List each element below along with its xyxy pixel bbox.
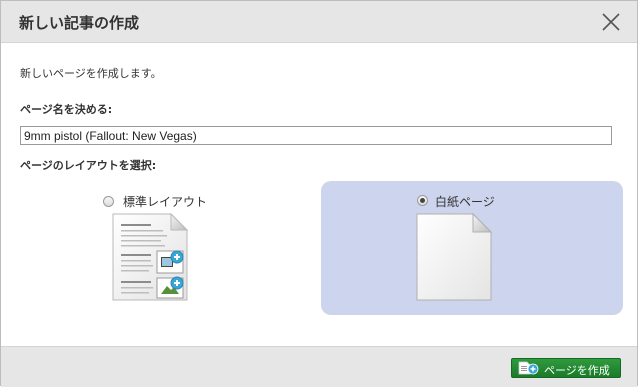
- dialog-header: 新しい記事の作成: [1, 1, 637, 43]
- close-icon[interactable]: [601, 12, 621, 32]
- radio-standard-layout[interactable]: [103, 196, 114, 207]
- create-page-button-label: ページを作成: [544, 364, 610, 377]
- layout-label: ページのレイアウトを選択:: [20, 159, 157, 172]
- layout-option-standard-label: 標準レイアウト: [123, 195, 208, 209]
- radio-blank-page[interactable]: [417, 195, 428, 206]
- page-name-label: ページ名を決める:: [20, 103, 113, 116]
- blank-page-icon: [413, 211, 495, 307]
- page-name-input[interactable]: [20, 126, 612, 145]
- create-article-dialog: 新しい記事の作成 新しいページを作成します。 ページ名を決める: ページのレイア…: [0, 0, 638, 387]
- dialog-title: 新しい記事の作成: [19, 14, 140, 32]
- layout-option-blank[interactable]: 白紙ページ: [321, 181, 623, 315]
- dialog-footer: ページを作成: [1, 346, 637, 387]
- layout-option-standard[interactable]: 標準レイアウト: [21, 181, 293, 315]
- dialog-intro-text: 新しいページを作成します。: [20, 67, 162, 80]
- add-page-icon: [518, 361, 540, 378]
- layout-option-blank-label: 白紙ページ: [435, 195, 495, 209]
- standard-layout-page-icon: [109, 211, 191, 307]
- create-page-button[interactable]: ページを作成: [511, 358, 621, 378]
